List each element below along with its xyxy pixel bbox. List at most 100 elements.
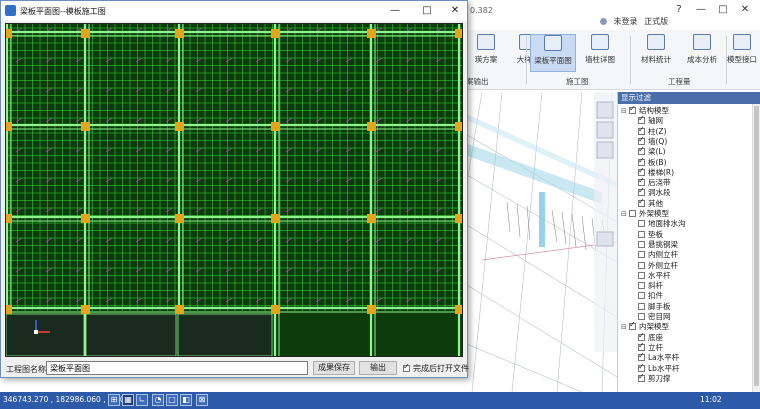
close-icon[interactable]: ✕ [738, 3, 752, 17]
tree-item[interactable]: 其他 [638, 197, 663, 209]
filter-checkbox[interactable] [638, 135, 645, 145]
help-icon[interactable]: ? [672, 3, 686, 17]
tree-item[interactable]: 斜杆 [638, 281, 663, 291]
column-node[interactable] [81, 214, 90, 223]
scrollbar-thumb[interactable] [754, 106, 759, 386]
column-node[interactable] [367, 305, 376, 314]
filter-checkbox[interactable] [638, 186, 645, 197]
maximize-icon[interactable]: □ [419, 3, 435, 19]
output-button[interactable]: 输出 [359, 361, 397, 375]
column-node[interactable] [81, 122, 90, 131]
column-node[interactable] [6, 29, 12, 38]
tree-item[interactable]: 脚手板 [638, 302, 671, 312]
filter-checkbox[interactable] [638, 156, 645, 166]
tree-item[interactable]: 悬挑钢梁 [638, 240, 678, 250]
column-node[interactable] [6, 305, 12, 314]
minimize-icon[interactable]: — [694, 3, 708, 17]
user-icon[interactable] [600, 18, 607, 25]
dialog-titlebar[interactable]: 梁板平面图--模板施工图 — □ ✕ [1, 1, 467, 21]
tree-item[interactable]: 密目网 [638, 312, 671, 322]
column-node[interactable] [367, 214, 376, 223]
column-node[interactable] [367, 29, 376, 38]
filter-checkbox[interactable] [629, 210, 636, 217]
open-after-checkbox[interactable] [403, 362, 410, 372]
filter-checkbox[interactable] [638, 331, 645, 341]
tree-item[interactable]: 扣件 [638, 291, 663, 301]
filter-checkbox[interactable] [638, 261, 645, 269]
object-snap-toggle[interactable]: □ [166, 394, 178, 406]
tree-item[interactable]: 外侧立杆 [638, 261, 678, 271]
column-node[interactable] [175, 122, 184, 131]
tree-item[interactable]: 剪刀撑 [638, 372, 671, 384]
ribbon-button-material[interactable]: 材料统计 [634, 34, 678, 72]
filter-checkbox[interactable] [638, 251, 645, 259]
filter-checkbox[interactable] [638, 125, 645, 135]
grid-display-toggle[interactable]: ▦ [122, 394, 134, 406]
lineweight-toggle[interactable]: ⊠ [196, 394, 208, 406]
drawing-name-input[interactable] [46, 361, 308, 375]
ortho-toggle[interactable]: ∟ [136, 394, 148, 406]
column-node[interactable] [367, 122, 376, 131]
column-node[interactable] [175, 214, 184, 223]
column-node[interactable] [6, 122, 12, 131]
filter-checkbox[interactable] [638, 240, 645, 248]
tree-item[interactable]: 垫板 [638, 230, 663, 240]
open-after-option[interactable]: 完成后打开文件 [403, 362, 469, 374]
column-node[interactable] [271, 214, 280, 223]
tree-item[interactable]: 内侧立杆 [638, 250, 678, 260]
filter-checkbox[interactable] [638, 166, 645, 176]
filter-checkbox[interactable] [638, 372, 645, 382]
filter-checkbox[interactable] [638, 362, 645, 372]
tree-group[interactable]: ⊟内架模型 [621, 320, 669, 332]
filter-checkbox[interactable] [638, 302, 645, 310]
column-node[interactable] [455, 214, 462, 223]
tree-item[interactable]: 水平杆 [638, 271, 671, 281]
filter-checkbox[interactable] [638, 351, 645, 362]
ribbon-button-beam-slab-plan[interactable]: 梁板平面图 [530, 34, 576, 72]
3d-viewport[interactable] [462, 92, 617, 392]
filter-checkbox[interactable] [638, 282, 645, 290]
ribbon-button-cost[interactable]: 成本分析 [680, 34, 724, 72]
maximize-icon[interactable]: □ [716, 3, 730, 17]
column-node[interactable] [81, 305, 90, 314]
polar-toggle[interactable]: ◔ [152, 394, 164, 406]
tracking-toggle[interactable]: ◧ [180, 394, 192, 406]
column-node[interactable] [455, 29, 462, 38]
column-node[interactable] [81, 29, 90, 38]
filter-checkbox[interactable] [638, 341, 645, 351]
tree-group[interactable]: ⊟ 外架模型 [621, 209, 669, 219]
column-node[interactable] [455, 122, 462, 131]
column-node[interactable] [271, 122, 280, 131]
column-node[interactable] [6, 214, 12, 223]
close-icon[interactable]: ✕ [447, 3, 463, 19]
filter-checkbox[interactable] [629, 104, 636, 114]
ribbon-button-wall-column[interactable]: 墙柱详图 [578, 34, 622, 72]
login-link[interactable]: 未登录 [614, 17, 638, 26]
save-results-button[interactable]: 成果保存 [313, 361, 355, 375]
filter-checkbox[interactable] [638, 145, 645, 156]
filter-checkbox[interactable] [638, 271, 645, 279]
minimize-icon[interactable]: — [387, 3, 403, 19]
filter-checkbox[interactable] [638, 197, 645, 207]
filter-checkbox[interactable] [638, 230, 645, 238]
collapse-icon[interactable]: ⊟ [621, 322, 629, 332]
grid-snap-toggle[interactable]: ⊞ [108, 394, 120, 406]
filter-checkbox[interactable] [638, 176, 645, 187]
tree-item[interactable]: 地面排水沟 [638, 219, 686, 229]
ribbon-button-scheme[interactable]: 瑛方案 [466, 34, 506, 72]
ribbon-button-model-interface[interactable]: 模型接口 [724, 34, 760, 72]
column-node[interactable] [175, 305, 184, 314]
column-node[interactable] [175, 29, 184, 38]
collapse-icon[interactable]: ⊟ [621, 209, 629, 219]
filter-checkbox[interactable] [638, 313, 645, 320]
column-node[interactable] [455, 305, 462, 314]
column-node[interactable] [271, 29, 280, 38]
column-node[interactable] [271, 305, 280, 314]
filter-checkbox[interactable] [638, 292, 645, 300]
tree-group[interactable]: ⊟结构模型 [621, 104, 669, 116]
tree-scrollbar[interactable] [752, 104, 760, 392]
filter-checkbox[interactable] [638, 220, 645, 228]
drawing-canvas[interactable] [5, 23, 463, 357]
filter-checkbox[interactable] [629, 320, 636, 331]
filter-checkbox[interactable] [638, 114, 645, 125]
